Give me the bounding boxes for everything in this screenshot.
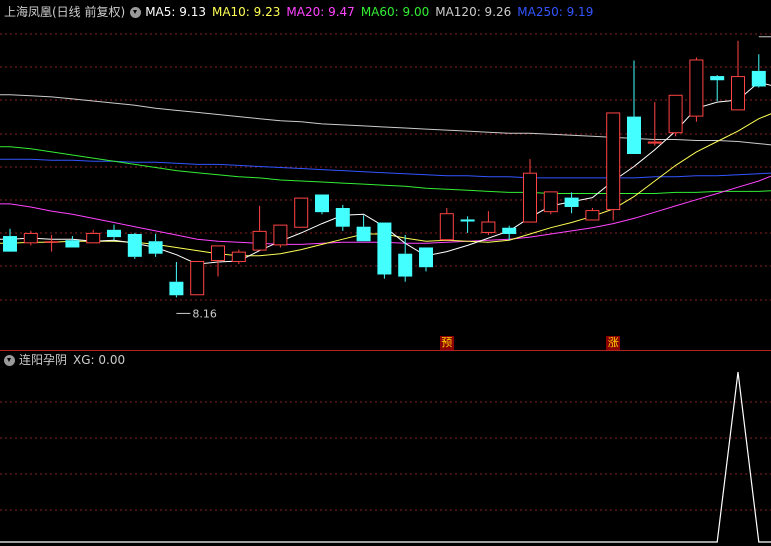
- ma-line-ma120: [0, 94, 771, 147]
- xg-readout: XG: 0.00: [73, 353, 126, 367]
- candle-body-down: [710, 76, 725, 81]
- high-price-marker: 10.6: [758, 36, 771, 38]
- ma5-readout: MA5: 9.13: [145, 5, 206, 19]
- candle-body-up: [606, 112, 621, 211]
- candle-body-up: [731, 76, 745, 111]
- candle-body-down: [335, 208, 350, 227]
- candle-body-down: [107, 229, 121, 238]
- chart-window: 8.16 10.6 上海凤凰(日线 前复权) MA5: 9.13 MA10: 9.…: [0, 0, 771, 546]
- candle-body-up: [668, 94, 683, 134]
- candle-body-up: [273, 224, 288, 246]
- candle-body-down: [65, 240, 80, 248]
- candle-body-down: [315, 194, 329, 213]
- candle-body-up: [689, 59, 704, 117]
- xg-line: [0, 371, 771, 543]
- candle-body-down: [127, 233, 142, 257]
- sub-header: 连阳孕阴 XG: 0.00: [4, 351, 131, 369]
- candle-body-up: [86, 232, 101, 244]
- ma60-readout: MA60: 9.00: [360, 5, 430, 19]
- main-header: 上海凤凰(日线 前复权) MA5: 9.13 MA10: 9.23 MA20: …: [4, 3, 599, 21]
- ma-line-ma60: [0, 146, 771, 194]
- ma10-readout: MA10: 9.23: [211, 5, 281, 19]
- candle-body-up: [294, 197, 309, 228]
- ma120-readout: MA120: 9.26: [435, 5, 512, 19]
- candle-body-down: [3, 236, 17, 252]
- candle-body-up: [23, 232, 38, 244]
- candle-body-up: [585, 210, 600, 221]
- ma20-readout: MA20: 9.47: [286, 5, 355, 19]
- signal-badge-zhang: 涨: [606, 336, 621, 350]
- candle-body-down: [627, 116, 641, 154]
- candle-body-down: [564, 197, 579, 207]
- candle-body-down: [398, 253, 413, 277]
- candle-body-down: [169, 281, 184, 296]
- candle-body-up: [190, 260, 205, 296]
- marker-label: 8.16: [192, 307, 217, 320]
- chevron-down-icon[interactable]: [4, 354, 15, 366]
- stock-title: 上海凤凰(日线 前复权): [4, 5, 126, 19]
- candle-body-up: [647, 141, 662, 144]
- candle-body-up: [439, 213, 454, 241]
- candle-body-down: [356, 226, 371, 242]
- candle-body-up: [523, 172, 537, 223]
- candle-body-down: [751, 70, 766, 87]
- low-price-marker: 8.16: [176, 307, 217, 320]
- ma250-readout: MA250: 9.19: [517, 5, 594, 19]
- candle-body-down: [502, 227, 517, 234]
- candle-body-up: [44, 241, 59, 243]
- candle-body-up: [543, 191, 558, 213]
- signal-badge-yu: 预: [439, 336, 454, 350]
- candle-body-up: [481, 221, 496, 233]
- candle-body-up: [231, 251, 246, 263]
- candle-body-down: [377, 222, 392, 275]
- candle-body-up: [252, 230, 267, 251]
- indicator-title: 连阳孕阴: [19, 353, 68, 367]
- candle-body-down: [460, 219, 475, 222]
- chevron-down-icon[interactable]: [130, 6, 142, 18]
- candlestick-chart[interactable]: 8.16 10.6: [0, 0, 771, 546]
- candle-body-down: [148, 241, 163, 254]
- candle-body-up: [211, 245, 225, 261]
- candle-body-down: [419, 247, 433, 268]
